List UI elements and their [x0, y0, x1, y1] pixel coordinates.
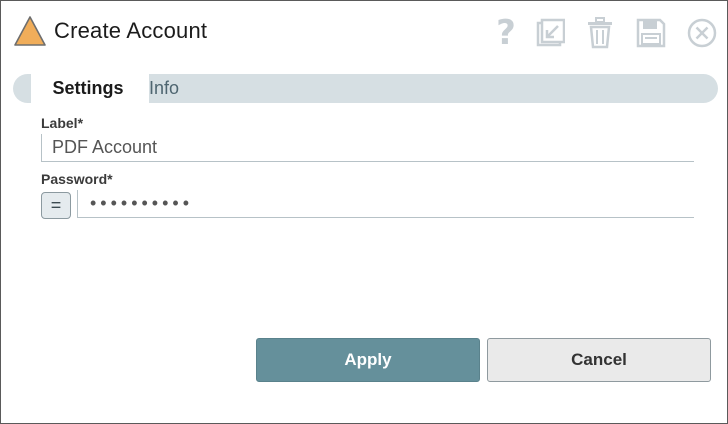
password-input[interactable] — [77, 190, 694, 218]
dialog-title: Create Account — [54, 18, 208, 43]
help-glyph: ? — [496, 13, 516, 53]
tab-settings[interactable]: Settings — [31, 74, 149, 103]
cancel-button[interactable]: Cancel — [487, 338, 711, 382]
password-field-label: Password* — [41, 171, 113, 187]
apply-button[interactable]: Apply — [256, 338, 480, 382]
create-account-dialog: Create Account ? Settings Info Label* PD… — [0, 0, 728, 424]
close-icon[interactable] — [685, 15, 719, 51]
triangle-logo-icon — [14, 16, 46, 46]
label-input[interactable] — [41, 134, 694, 162]
trash-icon[interactable] — [583, 15, 617, 51]
save-icon[interactable] — [634, 15, 668, 51]
help-icon[interactable]: ? — [489, 15, 523, 51]
dialog-header: Create Account ? — [1, 1, 727, 65]
tab-info[interactable]: Info — [149, 74, 209, 103]
label-field-label: Label* — [41, 115, 84, 131]
export-icon[interactable] — [533, 15, 567, 51]
tab-bar: Settings Info — [13, 74, 718, 103]
expression-toggle-button[interactable]: = — [41, 192, 71, 219]
